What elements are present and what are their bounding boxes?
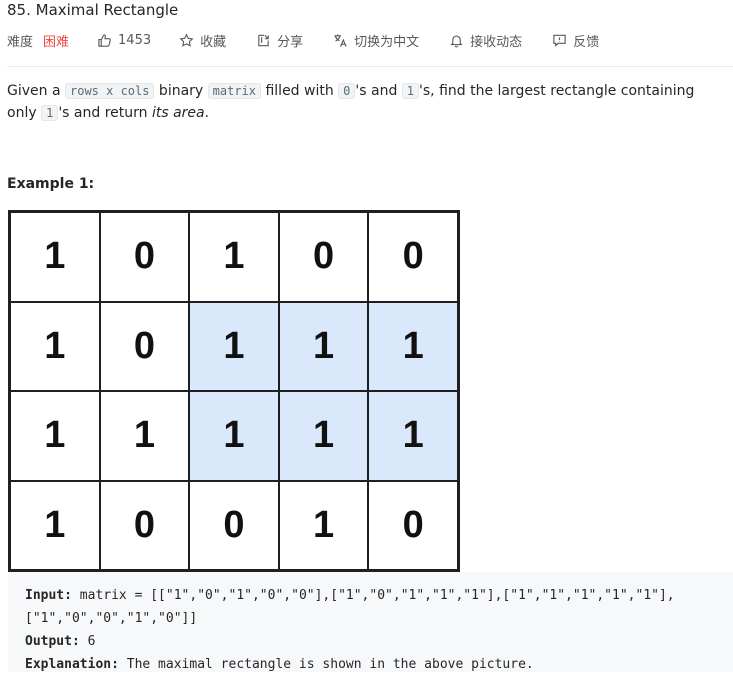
inline-code: rows x cols — [65, 83, 155, 99]
matrix-cell: 1 — [368, 391, 458, 481]
bell-icon — [450, 35, 463, 47]
input-value-line2: ["1","0","0","1","0"]] — [25, 611, 198, 626]
input-label: Input: — [25, 588, 72, 603]
explanation-label: Explanation: — [25, 657, 119, 672]
like-count: 1453 — [118, 32, 152, 48]
thumbs-up-icon — [98, 33, 111, 47]
inline-code: 1 — [401, 83, 420, 99]
difficulty-label: 难度 — [7, 34, 34, 50]
inline-code: 1 — [41, 105, 59, 121]
problem-meta-bar: 难度 困难 1453 收藏 分享 切换为中文 接收动态 反馈 — [7, 31, 629, 50]
share-button[interactable]: 分享 — [256, 31, 303, 50]
like-button[interactable]: 1453 — [97, 33, 151, 48]
feedback-button[interactable]: 反馈 — [552, 31, 599, 50]
notify-label: 接收动态 — [470, 34, 523, 50]
matrix-cell: 1 — [10, 391, 100, 481]
desc-text: Given a — [7, 83, 65, 99]
matrix-cell: 0 — [99, 212, 190, 302]
matrix-cell: 0 — [368, 480, 458, 570]
translate-icon — [334, 33, 347, 47]
example-code-block: Input: matrix = [["1","0","1","0","0"],[… — [8, 572, 733, 672]
matrix-cell: 0 — [189, 480, 279, 570]
example-title: Example 1: — [7, 176, 95, 192]
output-label: Output: — [25, 634, 80, 649]
desc-text: binary — [154, 83, 208, 99]
favorite-label: 收藏 — [200, 34, 227, 50]
problem-description: Given a rows x cols binary matrix filled… — [7, 80, 727, 124]
difficulty-badge: 困难 — [43, 34, 70, 50]
matrix-cell: 0 — [278, 212, 369, 302]
matrix-cell: 1 — [10, 212, 100, 302]
inline-code: matrix — [207, 83, 262, 99]
feedback-label: 反馈 — [573, 34, 600, 50]
input-value-line1: matrix = [["1","0","1","0","0"],["1","0"… — [71, 588, 675, 603]
matrix-cell: 1 — [189, 212, 279, 302]
desc-emphasis: its area — [151, 105, 205, 121]
star-icon — [179, 32, 194, 47]
output-value: 6 — [79, 634, 96, 649]
desc-text: 's and return — [58, 105, 152, 121]
matrix-cell: 1 — [278, 301, 369, 391]
matrix-cell: 1 — [368, 301, 458, 391]
matrix-cell: 1 — [10, 301, 100, 391]
translate-label: 切换为中文 — [354, 34, 420, 50]
desc-text: filled with — [261, 83, 339, 99]
matrix-cell: 0 — [99, 301, 190, 391]
matrix-cell: 1 — [189, 301, 279, 391]
matrix-cell: 1 — [10, 480, 100, 570]
matrix-cell: 1 — [189, 391, 279, 481]
notify-button[interactable]: 接收动态 — [449, 31, 522, 50]
share-label: 分享 — [277, 34, 304, 50]
matrix-cell: 0 — [368, 212, 458, 302]
example-pre: Input: matrix = [["1","0","1","0","0"],[… — [25, 584, 675, 676]
favorite-button[interactable]: 收藏 — [179, 31, 226, 50]
feedback-icon — [553, 34, 566, 47]
translate-button[interactable]: 切换为中文 — [333, 31, 419, 50]
problem-title: 85. Maximal Rectangle — [7, 1, 179, 19]
matrix-cell: 1 — [99, 391, 190, 481]
inline-code: 0 — [338, 83, 356, 99]
matrix-cell: 1 — [278, 480, 369, 570]
share-icon — [258, 34, 269, 46]
matrix-cell: 0 — [99, 480, 190, 570]
header-divider — [7, 66, 733, 67]
desc-text: . — [204, 105, 210, 121]
matrix-cell: 1 — [278, 391, 369, 481]
explanation-value: The maximal rectangle is shown in the ab… — [118, 657, 534, 672]
matrix-figure: 10100101111111110010 — [8, 210, 460, 572]
desc-text: 's and — [355, 83, 402, 99]
